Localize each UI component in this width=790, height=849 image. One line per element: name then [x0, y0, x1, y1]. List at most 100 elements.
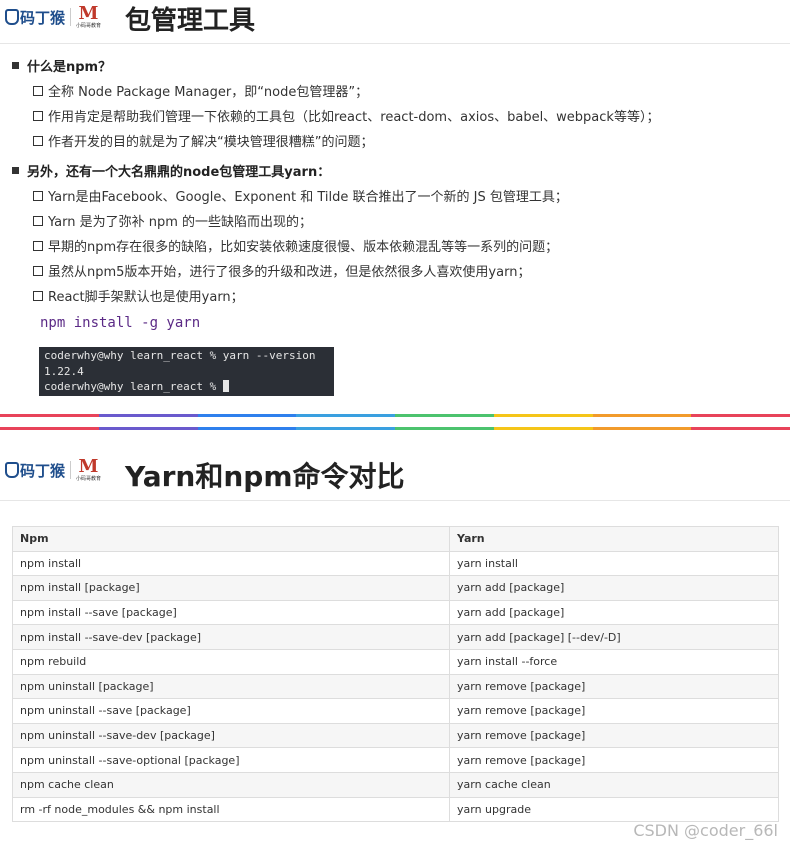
npm-command-cell: npm uninstall --save-dev [package]: [12, 722, 450, 749]
terminal-snippet: coderwhy@why learn_react % yarn --versio…: [39, 347, 334, 396]
list-item: 虽然从npm5版本开始，进行了很多的升级和改进，但是依然很多人喜欢使用yarn；: [33, 261, 530, 280]
stripe-segment: [197, 414, 297, 417]
comparison-table: Npm Yarn npm install yarn install npm inst…: [12, 526, 779, 823]
npm-command-cell: npm install --save [package]: [12, 599, 450, 626]
slide-divider: [0, 414, 790, 430]
column-header-yarn: Yarn: [449, 526, 779, 552]
item-text: React脚手架默认也是使用yarn；: [48, 290, 244, 305]
list-item: Yarn 是为了弥补 npm 的一些缺陷而出现的；: [33, 211, 312, 230]
terminal-prompt-line: coderwhy@why learn_react %: [44, 379, 329, 395]
table-row: npm install [package] yarn add [package]: [12, 575, 779, 601]
list-item: React脚手架默认也是使用yarn；: [33, 286, 244, 305]
table-row: rm -rf node_modules && npm install yarn u…: [12, 796, 779, 823]
yarn-command-cell: yarn cache clean: [449, 771, 779, 798]
stripe-segment: [395, 427, 494, 430]
yarn-command-cell: yarn install --force: [449, 648, 779, 675]
yarn-command-cell: yarn add [package] [--dev/-D]: [449, 624, 779, 650]
slide-package-manager: 码丁猴 M 小码哥教育 包管理工具 什么是npm？ 全称 Node Package…: [0, 0, 790, 414]
stripe-segment: [296, 427, 395, 430]
table-row: npm uninstall --save-optional [package] y…: [12, 747, 779, 773]
m-logo-icon: M: [78, 456, 99, 477]
brand-logo: 码丁猴 M 小码哥教育: [5, 5, 101, 29]
yarn-command-cell: yarn remove [package]: [449, 722, 779, 749]
yarn-command-cell: yarn remove [package]: [449, 673, 779, 700]
heading-text: 另外，还有一个大名鼎鼎的node包管理工具yarn：: [27, 165, 331, 180]
stripe-segment: [592, 414, 692, 417]
table-row: npm uninstall --save [package] yarn remov…: [12, 698, 779, 724]
logo-text: 码丁猴: [20, 8, 66, 27]
monkey-icon: [5, 9, 19, 25]
list-item: 作用肯定是帮助我们管理一下依赖的工具包（比如react、react-dom、ax…: [33, 106, 659, 125]
npm-command-cell: npm install [package]: [12, 575, 450, 601]
page-title: 包管理工具: [125, 6, 256, 36]
stripe-segment: [0, 414, 99, 417]
table-row: npm uninstall --save-dev [package] yarn r…: [12, 722, 779, 749]
stripe-segment: [296, 414, 395, 417]
list-item: Yarn是由Facebook、Google、Exponent 和 Tilde 联…: [33, 186, 568, 205]
table-row: npm uninstall [package] yarn remove [pack…: [12, 673, 779, 700]
watermark: CSDN @coder_66l: [633, 821, 778, 840]
stripe-segment: [493, 427, 593, 430]
list-item: 早期的npm存在很多的缺陷，比如安装依赖速度很慢、版本依赖混乱等等一系列的问题；: [33, 236, 558, 255]
install-command: npm install -g yarn: [40, 315, 201, 331]
table-header-row: Npm Yarn: [12, 526, 779, 552]
terminal-line: coderwhy@why learn_react % yarn --versio…: [44, 349, 316, 362]
square-bullet-icon: [12, 167, 19, 174]
item-text: Yarn是由Facebook、Google、Exponent 和 Tilde 联…: [48, 190, 568, 205]
npm-command-cell: npm uninstall [package]: [12, 673, 450, 700]
table-row: npm install --save [package] yarn add [pa…: [12, 599, 779, 626]
stripe-segment: [691, 427, 790, 430]
table-row: npm cache clean yarn cache clean: [12, 771, 779, 798]
table-row: npm install yarn install: [12, 550, 779, 577]
logo-divider: [70, 461, 72, 479]
stripe-segment: [0, 427, 99, 430]
cursor-icon: [222, 380, 229, 392]
hollow-square-icon: [33, 190, 43, 201]
logo-text: 码丁猴: [20, 461, 66, 480]
item-text: 作用肯定是帮助我们管理一下依赖的工具包（比如react、react-dom、ax…: [48, 110, 660, 125]
mdh-logo: 码丁猴: [5, 7, 65, 28]
hollow-square-icon: [33, 85, 43, 96]
hollow-square-icon: [33, 240, 43, 251]
column-header-npm: Npm: [12, 526, 450, 552]
terminal-line: 1.22.4: [44, 364, 84, 378]
mdh-logo: 码丁猴: [5, 460, 65, 481]
table-row: npm install --save-dev [package] yarn add…: [12, 624, 779, 650]
item-text: 作者开发的目的就是为了解决“模块管理很糟糕”的问题；: [48, 135, 374, 150]
heading-text: 什么是npm？: [27, 60, 112, 75]
section-heading: 另外，还有一个大名鼎鼎的node包管理工具yarn：: [12, 161, 330, 180]
stripe-segment: [395, 414, 494, 417]
m-logo-icon: M: [78, 3, 99, 24]
item-text: Yarn 是为了弥补 npm 的一些缺陷而出现的；: [48, 215, 313, 230]
stripe-row: [0, 427, 790, 430]
npm-command-cell: npm rebuild: [12, 648, 450, 675]
hollow-square-icon: [33, 265, 43, 276]
header-divider: [0, 500, 790, 501]
npm-command-cell: rm -rf node_modules && npm install: [12, 796, 450, 823]
yarn-command-cell: yarn add [package]: [449, 599, 779, 626]
stripe-segment: [98, 414, 198, 417]
hollow-square-icon: [33, 290, 43, 301]
page-title: Yarn和npm命令对比: [125, 460, 405, 493]
stripe-segment: [197, 427, 297, 430]
yarn-command-cell: yarn add [package]: [449, 575, 779, 601]
stripe-segment: [592, 427, 692, 430]
section-heading: 什么是npm？: [12, 56, 111, 75]
monkey-icon: [5, 462, 19, 478]
npm-command-cell: npm cache clean: [12, 771, 450, 798]
npm-command-cell: npm install --save-dev [package]: [12, 624, 450, 650]
logo-divider: [70, 8, 72, 26]
item-text: 全称 Node Package Manager，即“node包管理器”；: [48, 85, 369, 100]
xmg-logo: M 小码哥教育: [76, 5, 101, 29]
stripe-row: [0, 414, 790, 417]
logo-subtext: 小码哥教育: [76, 476, 102, 482]
list-item: 作者开发的目的就是为了解决“模块管理很糟糕”的问题；: [33, 131, 373, 150]
stripe-segment: [691, 414, 790, 417]
npm-command-cell: npm uninstall --save [package]: [12, 698, 450, 724]
stripe-segment: [98, 427, 198, 430]
header-divider: [0, 43, 790, 44]
yarn-command-cell: yarn install: [449, 550, 779, 577]
list-item: 全称 Node Package Manager，即“node包管理器”；: [33, 81, 368, 100]
yarn-command-cell: yarn upgrade: [449, 796, 779, 823]
terminal-prompt: coderwhy@why learn_react %: [44, 380, 223, 393]
